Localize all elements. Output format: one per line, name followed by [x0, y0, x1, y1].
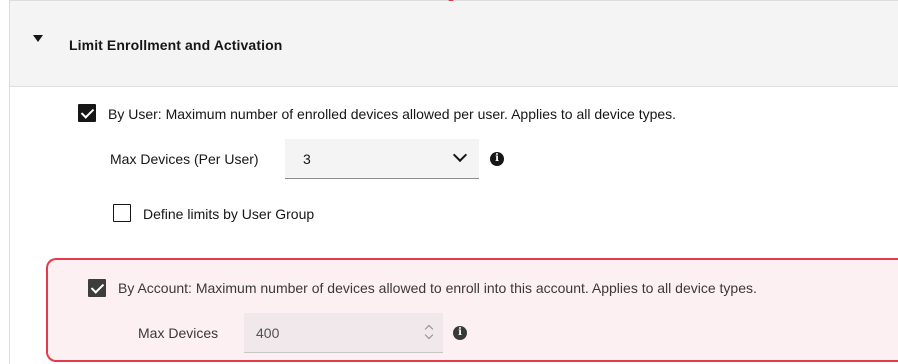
- max-devices-per-user-label: Max Devices (Per User): [110, 151, 259, 167]
- user-group-label: Define limits by User Group: [143, 206, 315, 222]
- caret-down-icon[interactable]: [33, 35, 43, 42]
- by-account-highlight: [46, 258, 898, 362]
- max-devices-input[interactable]: 400: [244, 313, 443, 353]
- page: Limit Enrollment and Activation By User:…: [0, 0, 898, 364]
- max-devices-label: Max Devices: [138, 325, 219, 341]
- by-account-label: By Account: Maximum number of devices al…: [118, 280, 757, 296]
- select-value: 3: [303, 151, 311, 167]
- user-group-checkbox[interactable]: [113, 204, 131, 222]
- info-icon[interactable]: i: [490, 152, 504, 166]
- by-user-checkbox[interactable]: [78, 104, 96, 122]
- section-header[interactable]: Limit Enrollment and Activation: [10, 1, 898, 87]
- by-account-checkbox[interactable]: [88, 279, 106, 297]
- max-devices-per-user-select[interactable]: 3: [285, 139, 479, 179]
- spinner-icon[interactable]: [424, 324, 434, 340]
- spinner-down-icon[interactable]: [424, 330, 434, 340]
- by-user-label: By User: Maximum number of enrolled devi…: [108, 106, 677, 122]
- info-icon[interactable]: i: [453, 326, 467, 340]
- chevron-down-icon: [452, 147, 468, 163]
- max-devices-value: 400: [256, 325, 280, 341]
- section-title: Limit Enrollment and Activation: [69, 37, 283, 53]
